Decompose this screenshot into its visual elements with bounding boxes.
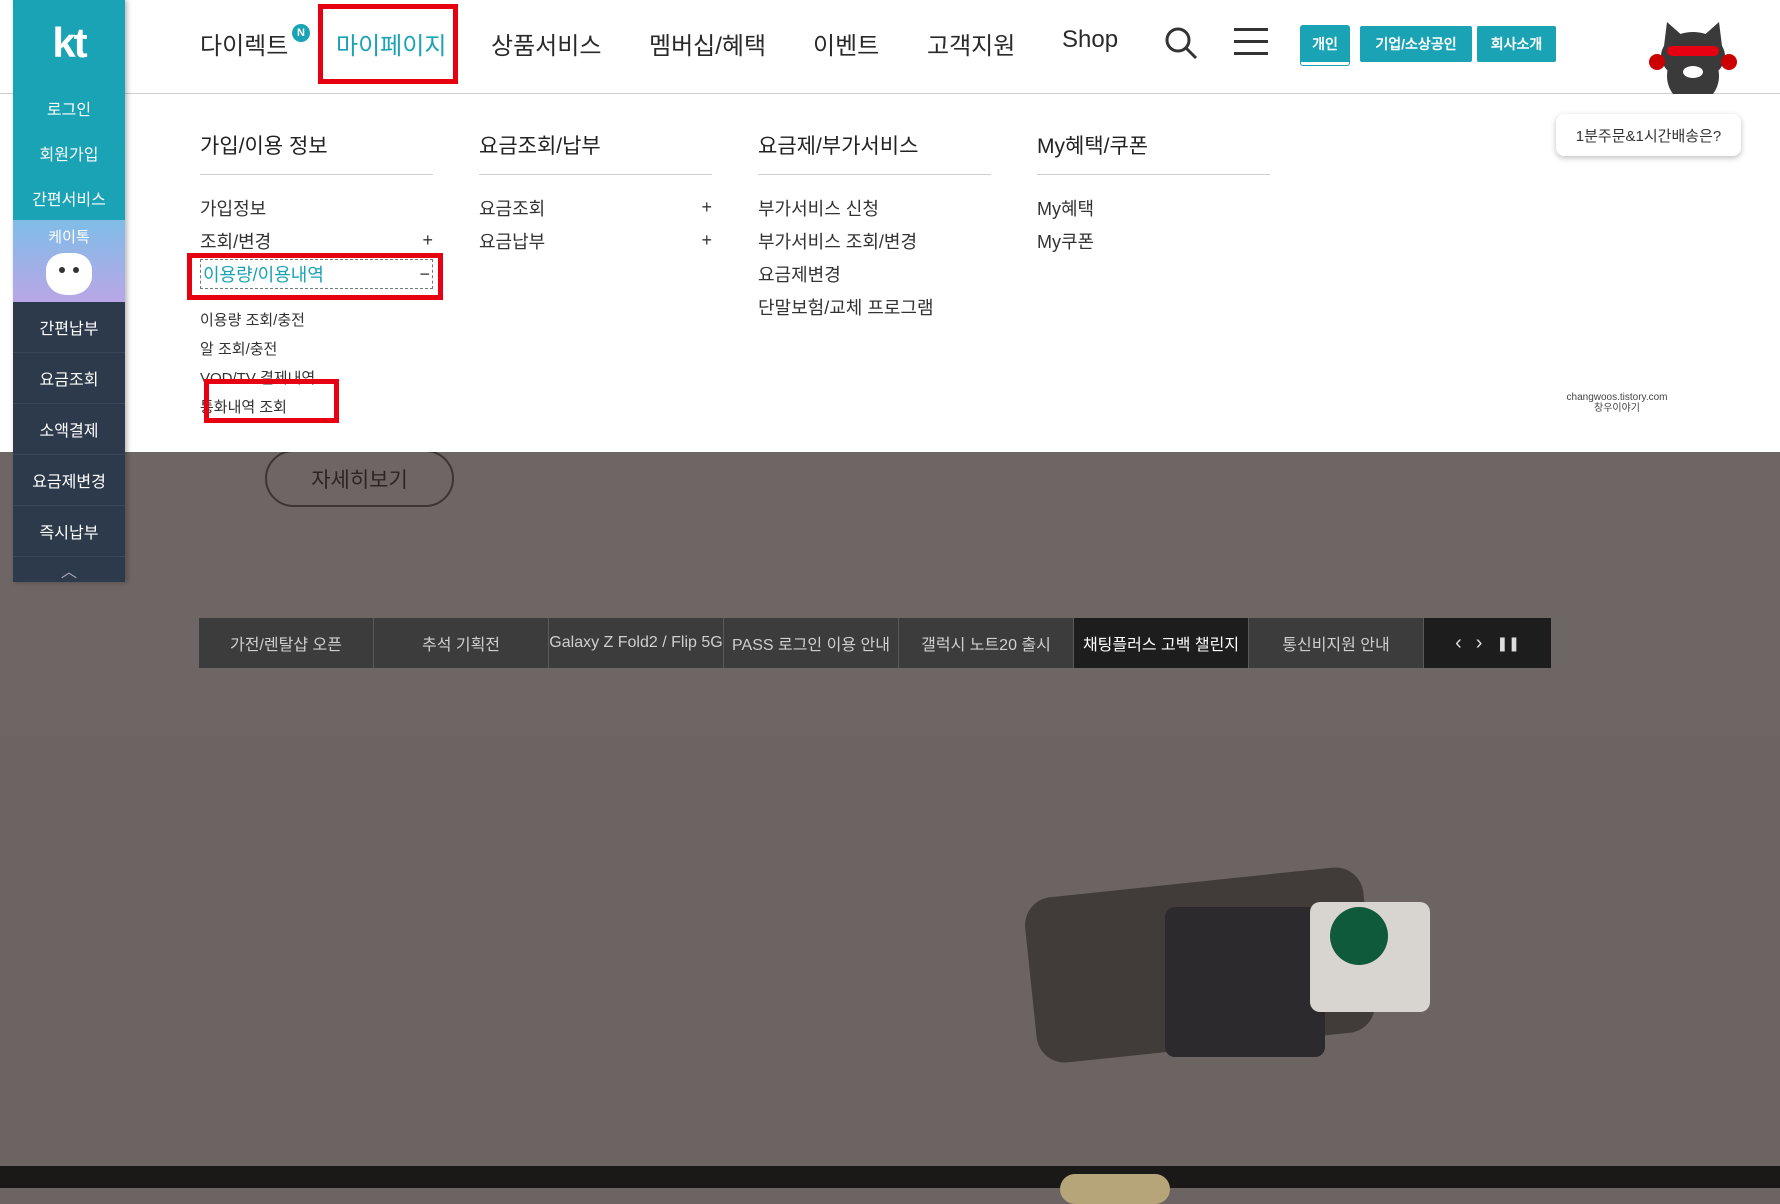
global-header: 다이렉트 N 마이페이지 상품서비스 멤버십/혜택 이벤트 고객지원 Shop …: [0, 0, 1780, 104]
menu-item-addon-change[interactable]: 부가서비스 조회/변경: [758, 224, 991, 257]
segment-personal[interactable]: 개인: [1301, 26, 1349, 65]
mega-col-title: 요금조회/납부: [479, 130, 712, 175]
menu-item-my-coupon[interactable]: My쿠폰: [1037, 224, 1270, 257]
highlight-box-usage: [187, 253, 443, 300]
highlight-box-call-history: [204, 379, 339, 423]
ktalk-mascot-icon: [46, 253, 92, 295]
pause-icon[interactable]: ❚❚: [1496, 635, 1519, 652]
gnb-events[interactable]: 이벤트: [813, 26, 879, 61]
mega-col-billing: 요금조회/납부 요금조회 + 요금납부 +: [479, 130, 712, 257]
sidebar-easy-pay[interactable]: 간편납부: [13, 302, 125, 353]
phone-image: [1165, 907, 1325, 1057]
quick-sidebar: kt 로그인 회원가입 간편서비스 케이톡 간편납부 요금조회 소액결제 요금제…: [13, 0, 125, 582]
new-badge: N: [292, 24, 310, 42]
banner-carousel-nav: 가전/렌탈샵 오픈 추석 기획전 Galaxy Z Fold2 / Flip 5…: [199, 618, 1551, 668]
search-icon[interactable]: [1164, 26, 1198, 60]
carousel-tab[interactable]: 추석 기획전: [374, 618, 549, 668]
menu-item-label: 요금납부: [479, 231, 546, 252]
gnb-direct[interactable]: 다이렉트: [200, 26, 288, 61]
menu-item-plan-change[interactable]: 요금제변경: [758, 257, 991, 290]
plus-icon: +: [701, 197, 712, 217]
menu-item-label: 조회/변경: [200, 231, 272, 252]
menu-icon[interactable]: [1234, 28, 1268, 56]
chevron-up-icon[interactable]: ︿: [13, 557, 125, 582]
menu-item-label: 요금조회: [479, 198, 546, 219]
menu-item-label: 가입정보: [200, 198, 267, 219]
carousel-tab[interactable]: 통신비지원 안내: [1249, 618, 1424, 668]
carousel-controls: ‹ › ❚❚: [1424, 618, 1551, 668]
segment-company[interactable]: 회사소개: [1477, 26, 1556, 62]
carousel-tab-active[interactable]: 채팅플러스 고백 챌린지: [1074, 618, 1249, 668]
starbucks-logo-image: [1330, 907, 1388, 965]
sidebar-micropay[interactable]: 소액결제: [13, 404, 125, 455]
menu-item-my-benefit[interactable]: My혜택: [1037, 191, 1270, 224]
menu-item-bill-lookup[interactable]: 요금조회 +: [479, 191, 712, 224]
sidebar-signup[interactable]: 회원가입: [13, 130, 125, 175]
segment-business[interactable]: 기업/소상공인: [1360, 26, 1472, 62]
watermark: changwoos.tistory.com 창우이야기: [1552, 392, 1682, 414]
sidebar-plan-change[interactable]: 요금제변경: [13, 455, 125, 506]
carousel-tab[interactable]: Galaxy Z Fold2 / Flip 5G: [549, 618, 724, 668]
hero-banner: [0, 452, 1780, 1204]
submenu-al-charge[interactable]: 알 조회/충전: [200, 334, 433, 363]
plus-icon: +: [422, 230, 433, 250]
watermark-line2: 창우이야기: [1594, 403, 1640, 414]
sidebar-easy-service[interactable]: 간편서비스: [13, 175, 125, 220]
menu-item-device-insurance[interactable]: 단말보험/교체 프로그램: [758, 290, 991, 323]
bottom-banner-strip: [0, 1166, 1780, 1188]
watermark-line1: changwoos.tistory.com: [1566, 392, 1668, 403]
mega-col-title: 가입/이용 정보: [200, 130, 433, 175]
prev-arrow-icon[interactable]: ‹: [1455, 632, 1462, 655]
submenu-usage-charge[interactable]: 이용량 조회/충전: [200, 305, 433, 334]
kt-logo[interactable]: kt: [13, 0, 125, 85]
carousel-tab[interactable]: PASS 로그인 이용 안내: [724, 618, 899, 668]
gnb-membership[interactable]: 멤버십/혜택: [649, 26, 766, 61]
sidebar-ktalk[interactable]: 케이톡: [13, 220, 125, 302]
mega-col-benefits: My혜택/쿠폰 My혜택 My쿠폰: [1037, 130, 1270, 257]
mega-col-plans: 요금제/부가서비스 부가서비스 신청 부가서비스 조회/변경 요금제변경 단말보…: [758, 130, 991, 323]
menu-item-bill-pay[interactable]: 요금납부 +: [479, 224, 712, 257]
next-arrow-icon[interactable]: ›: [1476, 632, 1483, 655]
sidebar-instant-pay[interactable]: 즉시납부: [13, 506, 125, 557]
ktalk-label: 케이톡: [48, 229, 90, 246]
mega-col-title: 요금제/부가서비스: [758, 130, 991, 175]
sidebar-bill-lookup[interactable]: 요금조회: [13, 353, 125, 404]
gnb-products[interactable]: 상품서비스: [491, 26, 601, 61]
carousel-tab[interactable]: 가전/렌탈샵 오픈: [199, 618, 374, 668]
mascot-bubble[interactable]: 1분주문&1시간배송은?: [1556, 114, 1741, 156]
mega-col-title: My혜택/쿠폰: [1037, 130, 1270, 175]
plus-icon: +: [701, 230, 712, 250]
sidebar-login[interactable]: 로그인: [13, 85, 125, 130]
bottom-product-image: [1060, 1174, 1170, 1204]
menu-item-addon-apply[interactable]: 부가서비스 신청: [758, 191, 991, 224]
menu-item-join-info[interactable]: 가입정보: [200, 191, 433, 224]
details-button[interactable]: 자세히보기: [265, 450, 454, 507]
carousel-tab[interactable]: 갤럭시 노트20 출시: [899, 618, 1074, 668]
gnb-support[interactable]: 고객지원: [927, 26, 1015, 61]
highlight-box-mypage: [318, 4, 458, 84]
gnb-shop[interactable]: Shop: [1062, 26, 1118, 54]
